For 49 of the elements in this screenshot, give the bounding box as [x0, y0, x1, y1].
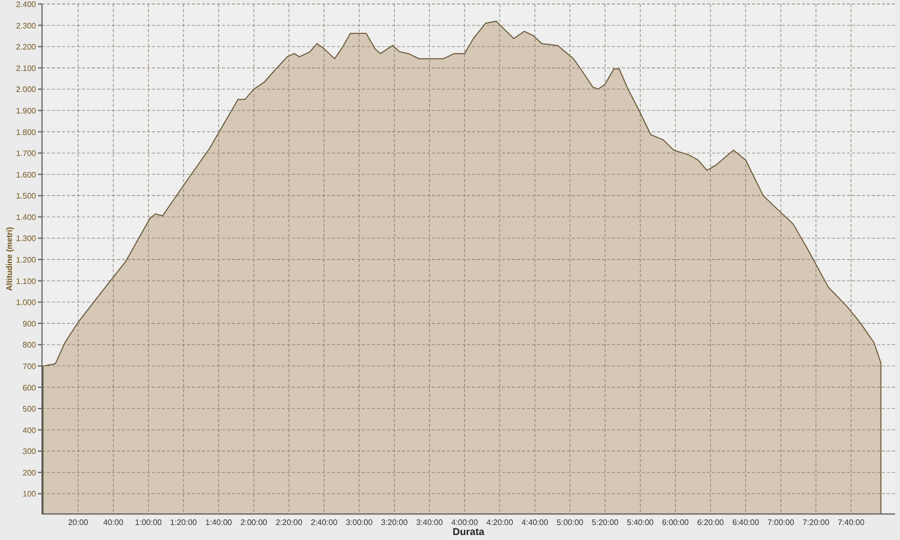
x-tick-label: 4:20:00 — [486, 518, 514, 527]
y-tick-label: 500 — [22, 404, 36, 414]
x-tick-label: 2:20:00 — [276, 518, 302, 527]
x-tick-label: 3:20:00 — [381, 518, 408, 527]
y-tick-label: 200 — [22, 468, 36, 478]
x-tick-label: 1:00:00 — [135, 518, 162, 527]
x-tick-label: 5:20:00 — [592, 518, 618, 527]
y-tick-label: 400 — [22, 426, 36, 435]
y-tick-label: 1.700 — [16, 149, 36, 158]
y-tick-label: 1.300 — [16, 234, 36, 244]
y-tick-label: 600 — [22, 383, 36, 392]
y-tick-label: 1.600 — [16, 170, 36, 180]
x-tick-label: 1:20:00 — [170, 518, 197, 527]
y-tick-label: 1.800 — [16, 128, 36, 137]
x-tick-label: 3:00:00 — [346, 518, 373, 527]
y-tick-label: 100 — [22, 490, 36, 499]
y-tick-label: 2.000 — [16, 85, 36, 94]
y-tick-label: 2.300 — [16, 21, 36, 30]
y-tick-label: 1.200 — [16, 256, 36, 264]
x-tick-label: 7:20:00 — [802, 518, 830, 527]
y-axis-title: Altitudine (metri) — [5, 227, 14, 291]
x-tick-label: 7:40:00 — [838, 518, 864, 527]
x-tick-label: 6:00:00 — [662, 518, 689, 527]
x-tick-label: 2:40:00 — [310, 518, 338, 527]
y-tick-label: 1.100 — [16, 276, 36, 286]
y-tick-label: 1.500 — [16, 192, 36, 201]
y-tick-label: 2.400 — [16, 0, 36, 9]
x-tick-label: 4:00:00 — [451, 518, 478, 527]
x-tick-label: 1:40:00 — [205, 518, 232, 527]
x-tick-label: 20:00 — [68, 518, 88, 527]
x-tick-label: 5:00:00 — [556, 518, 584, 527]
y-tick-label: 2.100 — [16, 64, 36, 73]
y-tick-label: 1.900 — [16, 106, 36, 116]
y-tick-label: 1.000 — [16, 298, 36, 308]
y-tick-label: 300 — [22, 447, 36, 456]
x-tick-label: 4:40:00 — [522, 518, 548, 527]
y-tick-label: 700 — [22, 362, 36, 371]
x-tick-label: 2:00:00 — [240, 518, 268, 527]
x-tick-label: 40:00 — [103, 518, 124, 527]
y-tick-label: 2.200 — [16, 42, 36, 52]
x-tick-label: 3:40:00 — [416, 518, 443, 527]
x-tick-label: 6:40:00 — [732, 518, 760, 527]
y-tick-label: 1.400 — [16, 212, 36, 222]
x-tick-label: 6:20:00 — [697, 518, 724, 527]
x-tick-label: 5:40:00 — [626, 518, 654, 527]
y-tick-label: 900 — [22, 319, 36, 328]
y-tick-label: 800 — [22, 340, 36, 350]
x-tick-label: 7:00:00 — [767, 518, 794, 527]
x-axis-title: Durata — [452, 527, 484, 538]
